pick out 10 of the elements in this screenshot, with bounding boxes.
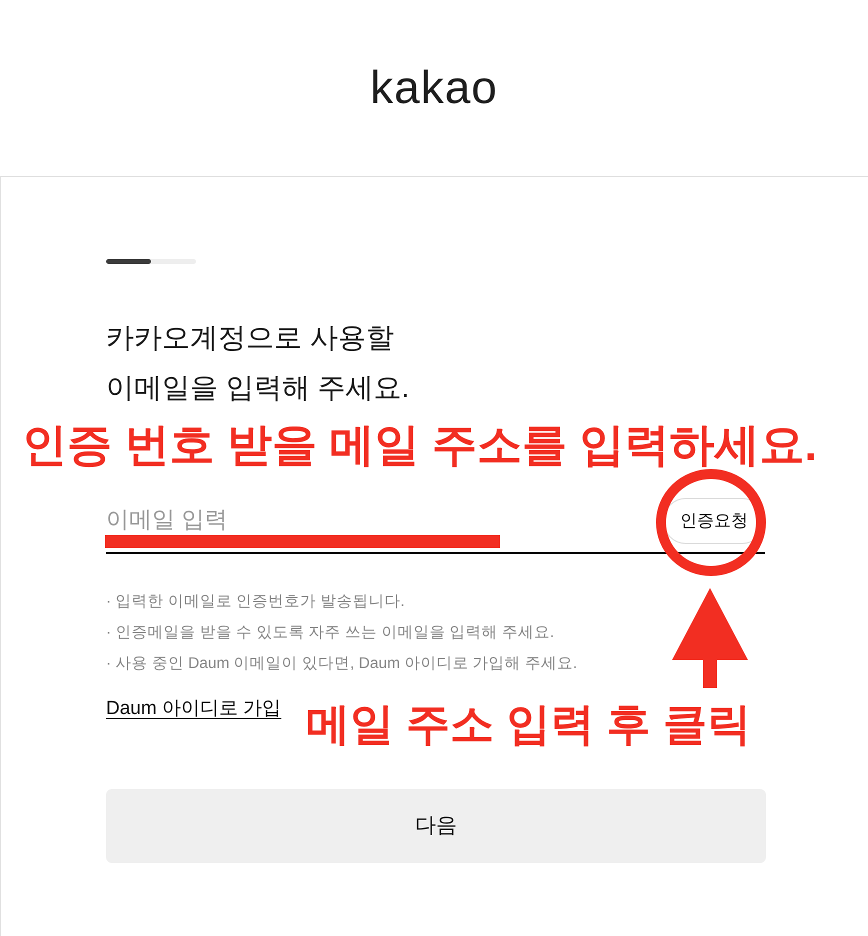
page-title: 카카오계정으로 사용할 이메일을 입력해 주세요. — [106, 321, 410, 405]
next-button[interactable]: 다음 — [106, 789, 766, 863]
annotation-instruction: 인증 번호 받을 메일 주소를 입력하세요. — [22, 418, 818, 472]
note-text: · 입력한 이메일로 인증번호가 발송됩니다. — [106, 592, 406, 612]
note-text: · 사용 중인 Daum 이메일이 있다면, Daum 아이디로 가입해 주세요. — [106, 654, 578, 674]
daum-signup-link[interactable]: Daum 아이디로 가입 — [106, 695, 282, 723]
annotation-caption: 메일 주소 입력 후 클릭 — [306, 699, 751, 751]
note-text: · 인증메일을 받을 수 있도록 자주 쓰는 이메일을 입력해 주세요. — [106, 623, 556, 643]
logo-text: kakao — [370, 64, 498, 112]
email-input[interactable]: 이메일 입력 — [106, 504, 663, 534]
